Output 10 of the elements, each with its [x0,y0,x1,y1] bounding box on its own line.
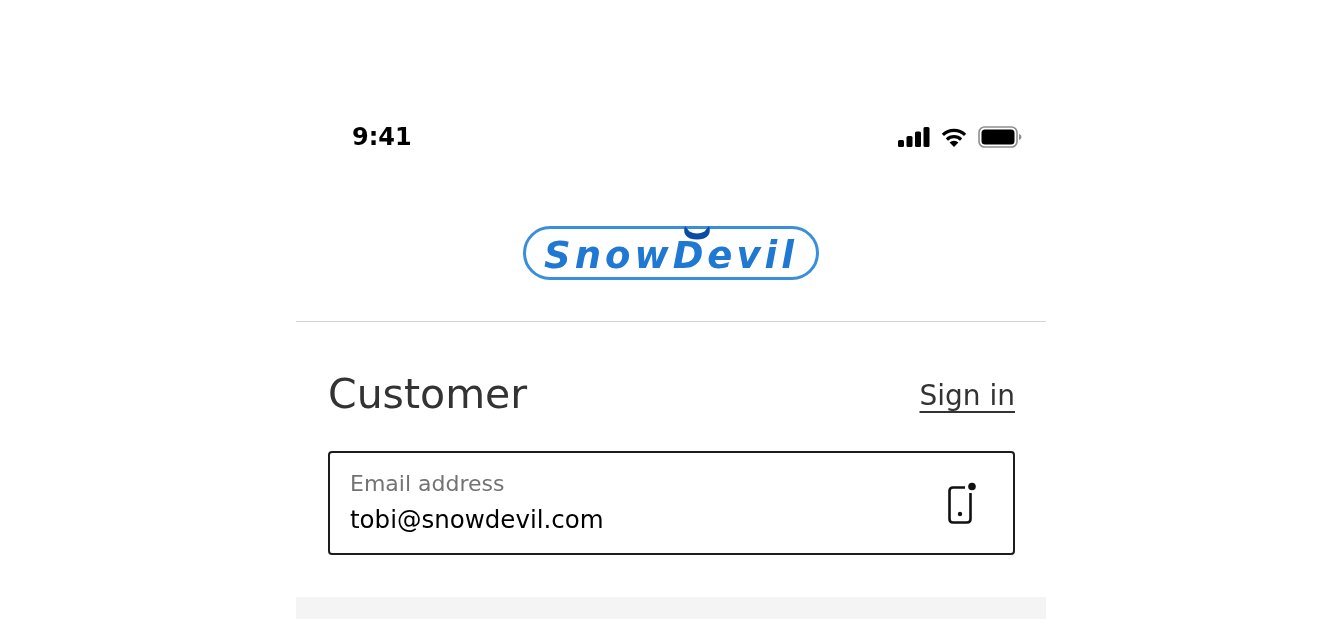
status-time: 9:41 [352,123,412,151]
phone-icon [948,482,977,524]
battery-icon [978,126,1022,148]
horns-icon [682,226,712,240]
brand-name: SnowDevil [544,241,798,271]
signal-icon [898,127,930,147]
sign-in-link[interactable]: Sign in [919,378,1015,412]
wifi-icon [940,127,968,147]
section-title: Customer [328,370,528,420]
email-field[interactable]: Email address tobi@snowdevil.com [328,451,1015,555]
